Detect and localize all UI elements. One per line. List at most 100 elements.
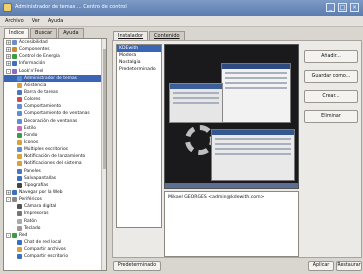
expander-icon[interactable]: -: [6, 232, 11, 238]
tree-item[interactable]: - Periféricos: [4, 196, 106, 203]
delete-theme-button[interactable]: Eliminar: [304, 110, 358, 123]
tree-item-label: Impresoras: [24, 211, 49, 217]
default-button[interactable]: Predeterminado: [113, 261, 161, 271]
tree-item-label: Compartir archivos: [24, 247, 66, 253]
tree-item-label: Colores: [24, 97, 41, 103]
tree-item[interactable]: Comportamiento de ventanas: [4, 110, 106, 117]
module-icon: [17, 132, 22, 138]
theme-item[interactable]: Predeterminado: [117, 66, 161, 73]
preview-window: [211, 129, 295, 181]
tree-item[interactable]: Paneles: [4, 168, 106, 175]
tree-item[interactable]: - Look'n'Feel: [4, 68, 106, 75]
window-title: Administrador de temas ... Centro de con…: [15, 4, 127, 10]
tree-item-label: Notificaciones del sistema: [24, 161, 82, 167]
tree-item-label: Información: [19, 61, 46, 67]
tab-ayuda[interactable]: Ayuda: [58, 28, 84, 38]
tree-item[interactable]: Impresoras: [4, 210, 106, 217]
tree-item[interactable]: Iconos: [4, 139, 106, 146]
tree-item[interactable]: Barra de tareas: [4, 89, 106, 96]
tree-item[interactable]: Notificaciones del sistema: [4, 160, 106, 167]
module-tree: + Accesibilidad + Componentes + Control de En…: [3, 38, 107, 271]
tree-item-label: Control de Energía: [19, 54, 60, 60]
tree-item[interactable]: Estilo: [4, 125, 106, 132]
tree-item[interactable]: Fondo: [4, 132, 106, 139]
create-theme-button[interactable]: Crear...: [304, 90, 358, 103]
tree-item-label: Comportamiento: [24, 104, 62, 110]
tree-item[interactable]: Colores: [4, 96, 106, 103]
tree-item-label: Decoración de ventanas: [24, 118, 78, 124]
expander-icon[interactable]: -: [6, 197, 11, 203]
tree-item[interactable]: Chat de red local: [4, 239, 106, 246]
tree-scrollbar[interactable]: [101, 39, 106, 270]
tree-item[interactable]: Cámara digital: [4, 203, 106, 210]
menu-archivo[interactable]: Archivo: [5, 18, 24, 24]
tab-indice[interactable]: Índice: [4, 28, 30, 38]
module-icon: [17, 240, 22, 245]
expander-icon[interactable]: +: [6, 47, 11, 53]
tree-item-label: Periféricos: [19, 197, 42, 203]
tree-item-label: Estilo: [24, 125, 36, 131]
tab-contenido[interactable]: Contenido: [149, 31, 185, 40]
tree-item[interactable]: - Red: [4, 232, 106, 239]
tree-item[interactable]: Compartir escritorio: [4, 253, 106, 260]
module-icon: [12, 54, 17, 60]
theme-item[interactable]: Modera: [117, 52, 161, 59]
expander-icon[interactable]: -: [6, 68, 11, 74]
maximize-icon[interactable]: □: [338, 3, 347, 12]
tree-item-label: Cámara digital: [24, 204, 57, 210]
expander-icon[interactable]: +: [6, 190, 11, 196]
tree-item[interactable]: Notificación de lanzamiento: [4, 153, 106, 160]
module-icon: [17, 125, 22, 131]
tree-item[interactable]: + Navegar por la Web: [4, 189, 106, 196]
minimize-icon[interactable]: _: [326, 3, 335, 12]
theme-item[interactable]: Nostalgia: [117, 59, 161, 66]
save-as-button[interactable]: Guardar como...: [304, 70, 358, 83]
tree-item[interactable]: Ratón: [4, 218, 106, 225]
tree-item-label: Paneles: [24, 168, 41, 174]
restore-button[interactable]: Restaurar: [336, 261, 362, 271]
theme-list[interactable]: KDEwith Modera Nostalgia Predeterminado: [116, 44, 162, 228]
module-icon: [17, 75, 22, 81]
tree-item[interactable]: Salvapantallas: [4, 175, 106, 182]
apply-button[interactable]: Aplicar: [308, 261, 334, 271]
module-icon: [17, 111, 22, 117]
app-icon: [3, 3, 12, 12]
tree-item[interactable]: Comportamiento: [4, 103, 106, 110]
close-icon[interactable]: ×: [350, 3, 359, 12]
navigation-panel: Índice Buscar Ayuda + Accesibilidad + Compo…: [2, 28, 109, 272]
menu-ver[interactable]: Ver: [32, 18, 40, 24]
expander-icon[interactable]: +: [6, 54, 11, 60]
module-icon: [17, 168, 22, 174]
add-theme-button[interactable]: Añadir...: [304, 50, 358, 63]
expander-icon[interactable]: +: [6, 61, 11, 67]
module-icon: [17, 211, 22, 217]
module-icon: [17, 97, 22, 103]
tree-item[interactable]: + Control de Energía: [4, 53, 106, 60]
tree-item[interactable]: Tipografías: [4, 182, 106, 189]
module-icon: [17, 82, 22, 88]
module-icon: [17, 104, 22, 110]
tab-buscar[interactable]: Buscar: [30, 28, 58, 38]
tree-item[interactable]: Compartir archivos: [4, 246, 106, 253]
theme-item[interactable]: KDEwith: [117, 45, 161, 52]
tree-item-label: Asistencia: [24, 82, 47, 88]
tree-item[interactable]: Múltiples escritorios: [4, 146, 106, 153]
menu-ayuda[interactable]: Ayuda: [48, 18, 63, 24]
tree-item[interactable]: + Accesibilidad: [4, 39, 106, 46]
tree-item[interactable]: Asistencia: [4, 82, 106, 89]
tree-item-label: Look'n'Feel: [19, 68, 44, 74]
module-icon: [17, 182, 22, 188]
expander-icon[interactable]: +: [6, 40, 11, 46]
module-icon: [17, 225, 22, 231]
module-icon: [17, 154, 22, 160]
tree-item[interactable]: + Información: [4, 60, 106, 67]
tree-item[interactable]: Teclado: [4, 225, 106, 232]
tree-item[interactable]: + Componentes: [4, 46, 106, 53]
tree-item-label: Compartir escritorio: [24, 254, 69, 260]
tree-item[interactable]: Administrador de temas: [4, 74, 106, 82]
preview-window: [221, 63, 291, 123]
tree-item[interactable]: Decoración de ventanas: [4, 118, 106, 125]
tree-item-label: Notificación de lanzamiento: [24, 154, 86, 160]
tab-instalador[interactable]: Instalador: [113, 31, 149, 40]
tree-item-label: Red: [19, 232, 28, 238]
